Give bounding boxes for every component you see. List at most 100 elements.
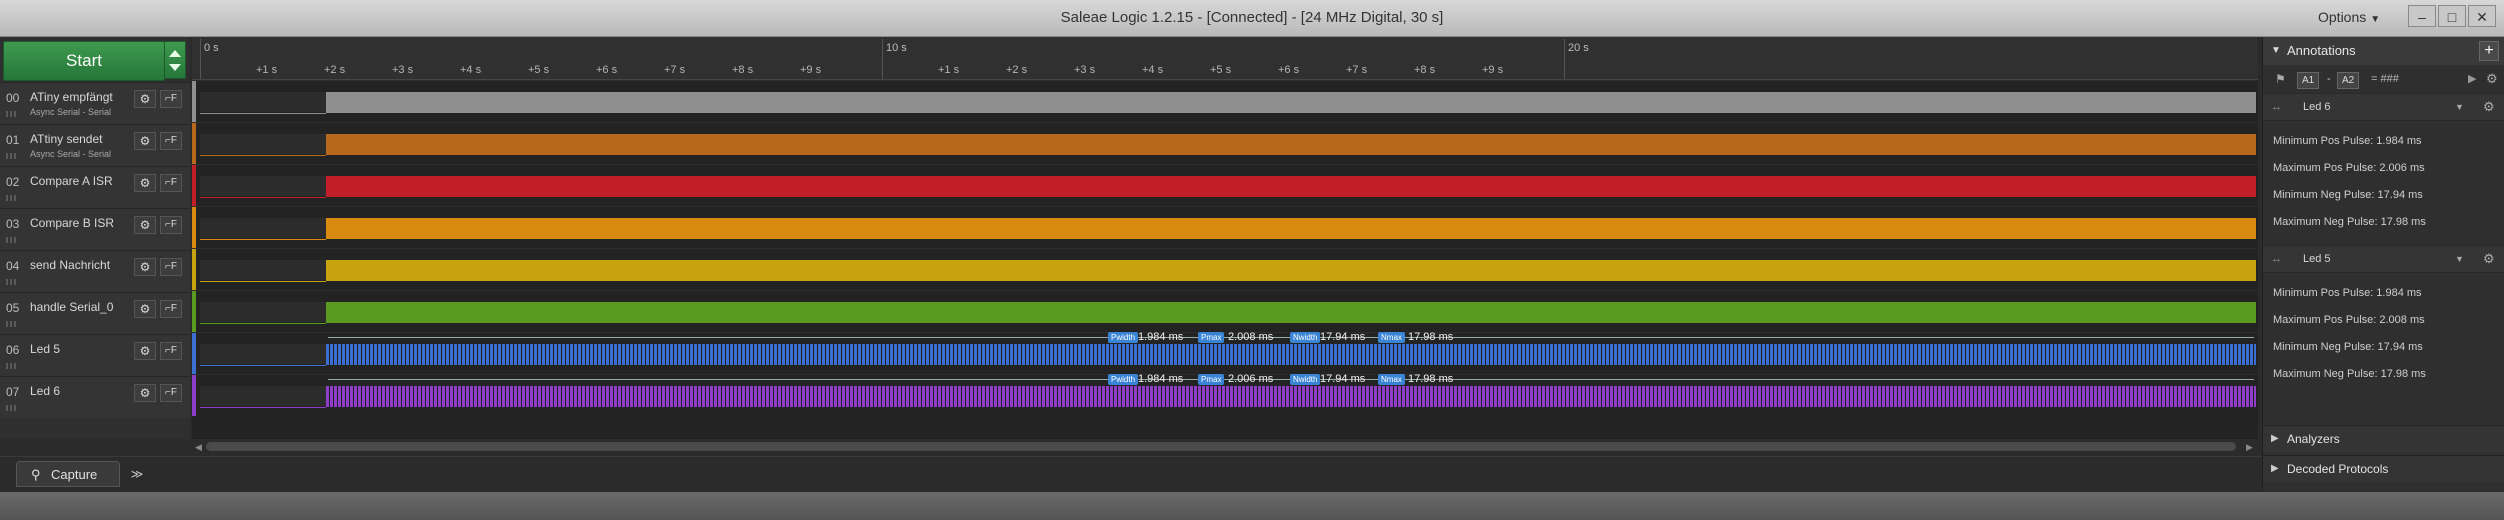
channel-color-bar (192, 375, 196, 416)
channel-settings-button[interactable]: ⚙ (134, 174, 156, 192)
trigger-button[interactable]: ⌐F (160, 174, 182, 192)
channel-row[interactable]: 00 ATiny empfängt Async Serial - Serial ⚙ ⌐F (0, 82, 190, 124)
drag-handle-icon[interactable] (6, 111, 18, 117)
timing-channel-label: Led 6 (2303, 101, 2331, 113)
gear-icon[interactable]: ⚙ (2486, 71, 2498, 87)
waveform-track[interactable] (192, 374, 2258, 416)
trigger-button[interactable]: ⌐F (160, 384, 182, 402)
options-menu[interactable]: Options ▼ (2318, 9, 2380, 25)
signal-waveform[interactable] (326, 218, 2256, 239)
trigger-button[interactable]: ⌐F (160, 132, 182, 150)
waveform-area[interactable]: Pwidth 1.984 ms Pmax 2.008 ms Nwidth 17.94 ms… (192, 80, 2258, 439)
channel-name[interactable]: Compare B ISR (30, 216, 114, 230)
signal-waveform[interactable] (326, 176, 2256, 197)
gear-icon[interactable]: ⚙ (2483, 246, 2495, 272)
trigger-button[interactable]: ⌐F (160, 216, 182, 234)
trigger-button[interactable]: ⌐F (160, 258, 182, 276)
signal-waveform[interactable] (326, 134, 2256, 155)
channel-settings-button[interactable]: ⚙ (134, 384, 156, 402)
channel-row[interactable]: 06 Led 5 ⚙ ⌐F (0, 334, 190, 376)
signal-waveform[interactable] (326, 92, 2256, 113)
drag-handle-icon[interactable] (6, 321, 18, 327)
scroll-left-icon[interactable]: ◀ (195, 442, 202, 453)
measurement-result: Minimum Neg Pulse: 17.94 ms (2273, 189, 2423, 201)
pin-icon[interactable]: ⚑ (2275, 72, 2286, 86)
trigger-button[interactable]: ⌐F (160, 300, 182, 318)
drag-handle-icon[interactable] (6, 279, 18, 285)
maximize-button[interactable]: □ (2438, 5, 2466, 27)
channel-analyzer-label: Async Serial - Serial (30, 107, 112, 117)
channel-row[interactable]: 05 handle Serial_0 ⚙ ⌐F (0, 292, 190, 334)
channel-number: 03 (6, 217, 20, 231)
chevron-down-icon[interactable]: ▼ (2455, 246, 2464, 272)
channel-name[interactable]: send Nachricht (30, 258, 110, 272)
triangle-right-icon: ▶ (2271, 463, 2279, 474)
analyzers-section[interactable]: ▶ Analyzers (2263, 425, 2504, 452)
marker-a1-chip[interactable]: A1 (2297, 72, 2320, 89)
trigger-button[interactable]: ⌐F (160, 90, 182, 108)
drag-handle-icon[interactable] (6, 405, 18, 411)
channel-settings-button[interactable]: ⚙ (134, 342, 156, 360)
channel-row[interactable]: 03 Compare B ISR ⚙ ⌐F (0, 208, 190, 250)
capture-tab[interactable]: ⚲ Capture (16, 461, 120, 487)
channel-number: 04 (6, 259, 20, 273)
measurement-result: Maximum Pos Pulse: 2.006 ms (2273, 162, 2425, 174)
scrollbar-thumb[interactable] (206, 442, 2236, 451)
close-button[interactable]: ✕ (2468, 5, 2496, 27)
signal-waveform[interactable] (326, 386, 2256, 407)
timing-measurement-header[interactable]: ↔ Led 5 ▼ ⚙ (2263, 245, 2504, 273)
channel-settings-button[interactable]: ⚙ (134, 216, 156, 234)
start-button[interactable]: Start (3, 41, 165, 81)
channel-name[interactable]: handle Serial_0 (30, 300, 113, 314)
channel-name[interactable]: Compare A ISR (30, 174, 113, 188)
timing-measurement-header[interactable]: ↔ Led 6 ▼ ⚙ (2263, 93, 2504, 121)
signal-waveform[interactable] (326, 260, 2256, 281)
channel-settings-button[interactable]: ⚙ (134, 300, 156, 318)
channel-number: 02 (6, 175, 20, 189)
channel-row[interactable]: 01 ATtiny sendet Async Serial - Serial ⚙ ⌐F (0, 124, 190, 166)
drag-handle-icon[interactable] (6, 195, 18, 201)
trigger-button[interactable]: ⌐F (160, 342, 182, 360)
channel-row[interactable]: 07 Led 6 ⚙ ⌐F (0, 376, 190, 418)
minor-tick-label: +5 s (528, 64, 550, 76)
play-icon[interactable]: ▶ (2468, 72, 2476, 85)
minor-tick-label: +8 s (1414, 64, 1436, 76)
scroll-right-icon[interactable]: ▶ (2246, 442, 2253, 453)
channel-settings-button[interactable]: ⚙ (134, 258, 156, 276)
annotations-header[interactable]: ▼ Annotations + (2263, 37, 2504, 65)
waveform-track[interactable] (192, 80, 2258, 122)
start-options-button[interactable] (164, 41, 186, 79)
waveform-track[interactable] (192, 122, 2258, 164)
channel-name[interactable]: ATtiny sendet (30, 132, 102, 146)
waveform-track[interactable] (192, 332, 2258, 374)
channel-row[interactable]: 02 Compare A ISR ⚙ ⌐F (0, 166, 190, 208)
channel-settings-button[interactable]: ⚙ (134, 90, 156, 108)
gear-icon[interactable]: ⚙ (2483, 94, 2495, 120)
minor-tick-label: +4 s (1142, 64, 1164, 76)
channel-name[interactable]: ATiny empfängt (30, 90, 113, 104)
channel-name[interactable]: Led 5 (30, 342, 60, 356)
chevron-down-icon[interactable]: ▼ (2455, 94, 2464, 120)
waveform-track[interactable] (192, 290, 2258, 332)
time-ruler[interactable]: 0 s 10 s 20 s +1 s +2 s +3 s +4 s +5 s +6 s +7 s +… (192, 37, 2258, 80)
decoded-protocols-section[interactable]: ▶ Decoded Protocols (2263, 455, 2504, 482)
channel-row[interactable]: 04 send Nachricht ⚙ ⌐F (0, 250, 190, 292)
signal-waveform[interactable] (326, 344, 2256, 365)
channel-settings-button[interactable]: ⚙ (134, 132, 156, 150)
signal-waveform[interactable] (326, 302, 2256, 323)
waveform-track[interactable] (192, 164, 2258, 206)
waveform-track[interactable] (192, 248, 2258, 290)
channel-name[interactable]: Led 6 (30, 384, 60, 398)
minor-tick-label: +9 s (800, 64, 822, 76)
triangle-down-icon: ▼ (2271, 45, 2281, 56)
waveform-track[interactable] (192, 206, 2258, 248)
marker-a2-chip[interactable]: A2 (2337, 72, 2360, 89)
channel-color-bar (192, 81, 196, 122)
drag-handle-icon[interactable] (6, 153, 18, 159)
more-tabs-button[interactable]: ≫ (126, 465, 148, 483)
horizontal-scrollbar[interactable]: ◀ ▶ (192, 440, 2258, 454)
minimize-button[interactable]: – (2408, 5, 2436, 27)
add-annotation-button[interactable]: + (2479, 41, 2499, 61)
drag-handle-icon[interactable] (6, 237, 18, 243)
drag-handle-icon[interactable] (6, 363, 18, 369)
